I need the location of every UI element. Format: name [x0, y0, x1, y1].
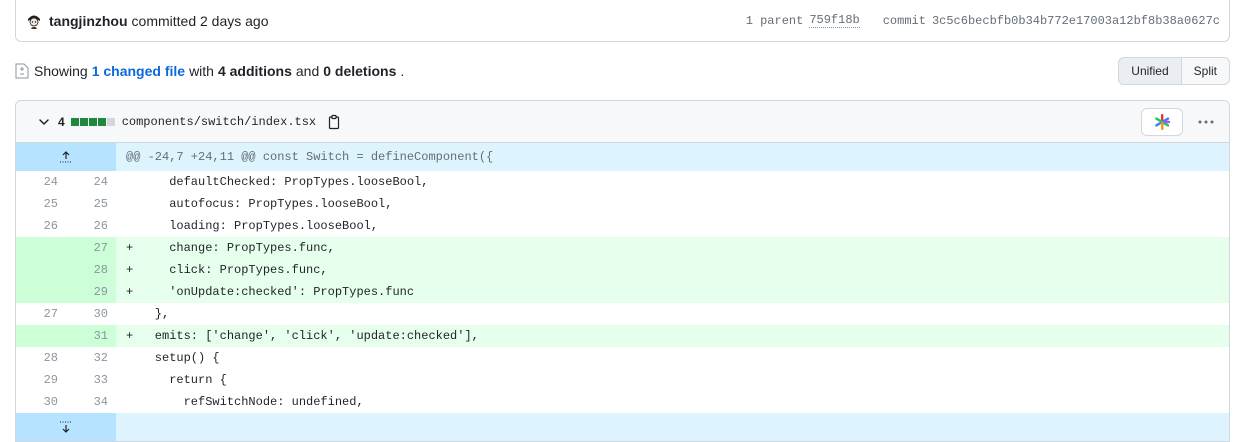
old-line-number[interactable]: 25: [16, 193, 66, 215]
old-line-number[interactable]: [16, 237, 66, 259]
file-diff: 4 components/switch/index.tsx @@ -24,7 +…: [15, 100, 1230, 442]
diff-summary: Showing 1 changed file with 4 additions …: [15, 57, 1230, 85]
diff-line: 28 32 setup() {: [16, 347, 1229, 369]
code-line: autofocus: PropTypes.looseBool,: [126, 197, 393, 211]
additions-count: 4 additions: [217, 63, 292, 79]
old-line-number[interactable]: [16, 281, 66, 303]
diffstat-block-neutral: [106, 117, 115, 126]
diff-line-addition: 28 + click: PropTypes.func,: [16, 259, 1229, 281]
new-line-number[interactable]: 26: [66, 215, 116, 237]
code-line: setup() {: [126, 351, 220, 365]
parent-label: 1 parent: [745, 13, 804, 28]
old-line-number[interactable]: [16, 259, 66, 281]
summary-with: with: [189, 63, 214, 79]
diff-line-addition: 27 + change: PropTypes.func,: [16, 237, 1229, 259]
new-line-number[interactable]: 27: [66, 237, 116, 259]
diffstat-block-add: [70, 117, 79, 126]
diff-line: 30 34 refSwitchNode: undefined,: [16, 391, 1229, 413]
diff-table: @@ -24,7 +24,11 @@ const Switch = define…: [16, 143, 1229, 441]
summary-period: .: [400, 63, 405, 79]
diff-line: 27 30 },: [16, 303, 1229, 325]
avatar-image: [26, 12, 42, 29]
diff-line-addition: 29 + 'onUpdate:checked': PropTypes.func: [16, 281, 1229, 303]
diff-line: 24 24 defaultChecked: PropTypes.looseBool…: [16, 171, 1229, 193]
new-line-number[interactable]: 32: [66, 347, 116, 369]
code-line: return {: [126, 373, 227, 387]
file-diff-icon: [15, 63, 29, 79]
expand-bottom-row: [16, 413, 1229, 441]
diff-view-toggle: Unified Split: [1118, 57, 1230, 85]
commit-bar: tangjinzhou committed 2 days ago 1 paren…: [15, 0, 1230, 42]
diffstat-block-add: [88, 117, 97, 126]
diff-line: 29 33 return {: [16, 369, 1229, 391]
new-line-number[interactable]: 24: [66, 171, 116, 193]
expand-down-icon[interactable]: [16, 413, 116, 441]
more-options-icon[interactable]: [1193, 109, 1219, 135]
file-header: 4 components/switch/index.tsx: [16, 101, 1229, 143]
hunk-row: @@ -24,7 +24,11 @@ const Switch = define…: [16, 143, 1229, 171]
old-line-number[interactable]: 26: [16, 215, 66, 237]
code-line: defaultChecked: PropTypes.looseBool,: [126, 175, 429, 189]
copy-icon[interactable]: [326, 114, 342, 130]
expand-bottom-fill: [116, 413, 1229, 441]
code-line: + emits: ['change', 'click', 'update:che…: [116, 325, 1229, 347]
new-line-number[interactable]: 34: [66, 391, 116, 413]
code-line: + change: PropTypes.func,: [116, 237, 1229, 259]
old-line-number[interactable]: 28: [16, 347, 66, 369]
code-line: + 'onUpdate:checked': PropTypes.func: [116, 281, 1229, 303]
change-count: 4: [58, 114, 65, 129]
old-line-number[interactable]: [16, 325, 66, 347]
copilot-icon: [1155, 113, 1171, 130]
code-line: loading: PropTypes.looseBool,: [126, 219, 379, 233]
diff-line: 25 25 autofocus: PropTypes.looseBool,: [16, 193, 1229, 215]
hunk-header: @@ -24,7 +24,11 @@ const Switch = define…: [116, 143, 1229, 171]
new-line-number[interactable]: 29: [66, 281, 116, 303]
expand-up-icon[interactable]: [16, 143, 116, 171]
diffstat-block-add: [97, 117, 106, 126]
summary-and: and: [295, 63, 320, 79]
new-line-number[interactable]: 30: [66, 303, 116, 325]
diffstat-bar: [70, 117, 115, 126]
diff-lines: 24 24 defaultChecked: PropTypes.looseBool…: [16, 171, 1229, 413]
summary-showing: Showing: [34, 63, 88, 79]
code-line: + click: PropTypes.func,: [116, 259, 1229, 281]
file-path-link[interactable]: components/switch/index.tsx: [122, 115, 316, 129]
commit-label: commit: [882, 13, 926, 28]
code-line: refSwitchNode: undefined,: [126, 395, 364, 409]
parent-sha-link[interactable]: 759f18b: [809, 13, 860, 28]
new-line-number[interactable]: 28: [66, 259, 116, 281]
old-line-number[interactable]: 27: [16, 303, 66, 325]
new-line-number[interactable]: 25: [66, 193, 116, 215]
diffstat-block-add: [79, 117, 88, 126]
deletions-count: 0 deletions: [323, 63, 397, 79]
old-line-number[interactable]: 29: [16, 369, 66, 391]
diff-line: 26 26 loading: PropTypes.looseBool,: [16, 215, 1229, 237]
commit-sha: 3c5c6becbfb0b34b772e17003a12bf8b38a0627c: [931, 13, 1220, 28]
split-view-button[interactable]: Split: [1181, 57, 1230, 85]
unified-view-button[interactable]: Unified: [1118, 57, 1182, 85]
new-line-number[interactable]: 31: [66, 325, 116, 347]
diff-line-addition: 31 + emits: ['change', 'click', 'update:c…: [16, 325, 1229, 347]
old-line-number[interactable]: 30: [16, 391, 66, 413]
copilot-button[interactable]: [1141, 107, 1183, 136]
old-line-number[interactable]: 24: [16, 171, 66, 193]
changed-files-link[interactable]: 1 changed file: [92, 63, 185, 79]
commit-author-link[interactable]: tangjinzhou: [49, 13, 128, 29]
commit-meta: 1 parent 759f18b commit 3c5c6becbfb0b34b…: [746, 13, 1220, 28]
code-line: },: [126, 307, 170, 321]
commit-time: committed 2 days ago: [131, 12, 269, 29]
new-line-number[interactable]: 33: [66, 369, 116, 391]
avatar[interactable]: [26, 12, 42, 29]
chevron-down-icon[interactable]: [36, 114, 52, 130]
file-header-actions: [1141, 107, 1219, 136]
